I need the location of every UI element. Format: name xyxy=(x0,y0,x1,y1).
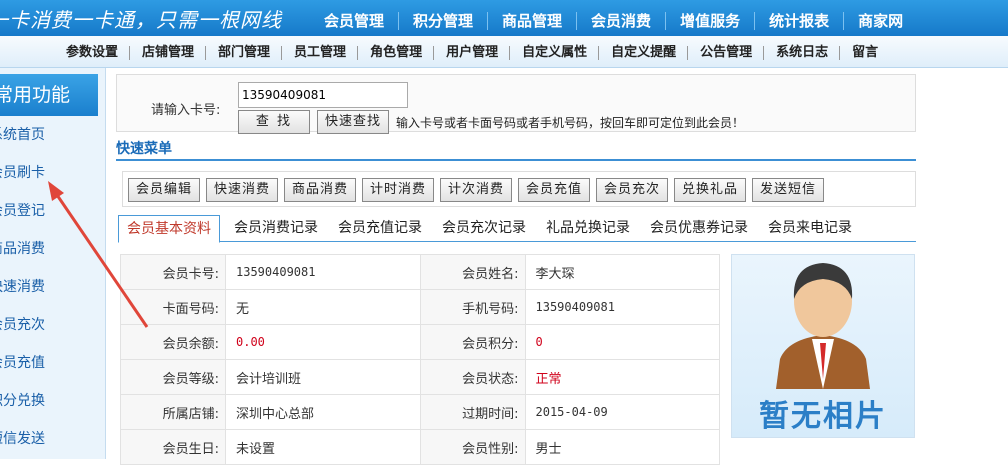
no-photo-caption: 暂无相片 xyxy=(759,399,887,434)
field-value: 正常 xyxy=(524,359,720,395)
field-value: 13590409081 xyxy=(524,289,720,325)
tab-consume-records[interactable]: 会员消费记录 xyxy=(234,215,318,242)
sidebar: 常用功能 系统首页 会员刷卡 会员登记 商品消费 快速消费 会员充次 会员充值 … xyxy=(0,68,106,459)
sidebar-item[interactable]: 会员充值 xyxy=(0,344,100,382)
subnav-item[interactable]: 自定义提醒 xyxy=(599,36,687,68)
subnav-item[interactable]: 参数设置 xyxy=(54,36,129,68)
sidebar-item[interactable]: 会员刷卡 xyxy=(0,154,100,192)
member-photo: 暂无相片 xyxy=(731,254,915,438)
field-value: 13590409081 xyxy=(225,254,421,290)
nav-merchant[interactable]: 商家网 xyxy=(844,0,917,36)
goods-consume-button[interactable]: 商品消费 xyxy=(284,178,356,202)
avatar-placeholder-icon xyxy=(776,263,870,389)
quick-consume-button[interactable]: 快速消费 xyxy=(206,178,278,202)
nav-goods-management[interactable]: 商品管理 xyxy=(488,0,576,36)
top-banner: 一卡消费一卡通，只需一根网线 会员管理 积分管理 商品管理 会员消费 增值服务 … xyxy=(0,0,1008,36)
sidebar-item[interactable]: 会员充次 xyxy=(0,306,100,344)
table-row: 会员余额: 0.00 会员积分: 0 xyxy=(120,324,720,360)
find-button[interactable]: 查 找 xyxy=(238,110,310,134)
field-label: 会员卡号: xyxy=(120,254,226,290)
nav-points-management[interactable]: 积分管理 xyxy=(399,0,487,36)
search-hint: 输入卡号或者卡面号码或者手机号码，按回车即可定位到此会员！ xyxy=(396,116,745,130)
subnav-item[interactable]: 用户管理 xyxy=(434,36,509,68)
recharge-button[interactable]: 会员充值 xyxy=(518,178,590,202)
tab-call-records[interactable]: 会员来电记录 xyxy=(768,215,852,242)
sidebar-item[interactable]: 会员登记 xyxy=(0,192,100,230)
field-label: 会员性别: xyxy=(419,429,526,465)
recharge-count-button[interactable]: 会员充次 xyxy=(596,178,668,202)
field-value: 李大琛 xyxy=(524,254,720,290)
field-label: 会员生日: xyxy=(120,429,226,465)
table-row: 会员卡号: 13590409081 会员姓名: 李大琛 xyxy=(120,254,720,290)
field-value: 0 xyxy=(524,324,720,360)
table-row: 会员生日: 未设置 会员性别: 男士 xyxy=(120,429,720,465)
member-tabs: 会员基本资料 会员消费记录 会员充值记录 会员充次记录 礼品兑换记录 会员优惠券… xyxy=(118,213,916,243)
tab-count-recharge-records[interactable]: 会员充次记录 xyxy=(442,215,526,242)
tab-gift-records[interactable]: 礼品兑换记录 xyxy=(546,215,630,242)
nav-reports[interactable]: 统计报表 xyxy=(755,0,843,36)
quick-find-button[interactable]: 快速查找 xyxy=(317,110,389,134)
field-label: 所属店铺: xyxy=(120,394,226,430)
field-label: 会员等级: xyxy=(120,359,226,395)
table-row: 卡面号码: 无 手机号码: 13590409081 xyxy=(120,289,720,325)
search-label: 请输入卡号: xyxy=(151,103,221,118)
edit-member-button[interactable]: 会员编辑 xyxy=(128,178,200,202)
count-consume-button[interactable]: 计次消费 xyxy=(440,178,512,202)
field-label: 手机号码: xyxy=(419,289,526,325)
field-label: 会员姓名: xyxy=(419,254,526,290)
field-value: 会计培训班 xyxy=(225,359,421,395)
subnav-item[interactable]: 员工管理 xyxy=(282,36,357,68)
field-value: 男士 xyxy=(524,429,720,465)
card-number-input[interactable] xyxy=(238,82,408,108)
sub-nav: 参数设置 店铺管理 部门管理 员工管理 角色管理 用户管理 自定义属性 自定义提… xyxy=(0,36,1008,68)
nav-member-consumption[interactable]: 会员消费 xyxy=(577,0,665,36)
nav-value-added[interactable]: 增值服务 xyxy=(666,0,754,36)
sidebar-item[interactable]: 短信发送 xyxy=(0,420,100,458)
redeem-gift-button[interactable]: 兑换礼品 xyxy=(674,178,746,202)
quick-menu-divider xyxy=(116,159,916,161)
quick-menu-title: 快速菜单 xyxy=(116,141,172,157)
subnav-item[interactable]: 留言 xyxy=(840,36,889,68)
sidebar-item[interactable]: 快速消费 xyxy=(0,268,100,306)
table-row: 会员等级: 会计培训班 会员状态: 正常 xyxy=(120,359,720,395)
sidebar-title: 常用功能 xyxy=(0,74,98,116)
table-row: 所属店铺: 深圳中心总部 过期时间: 2015-04-09 xyxy=(120,394,720,430)
field-value: 深圳中心总部 xyxy=(225,394,421,430)
tab-recharge-records[interactable]: 会员充值记录 xyxy=(338,215,422,242)
field-label: 会员余额: xyxy=(120,324,226,360)
subnav-item[interactable]: 角色管理 xyxy=(358,36,433,68)
tab-coupon-records[interactable]: 会员优惠券记录 xyxy=(650,215,748,242)
field-value: 0.00 xyxy=(225,324,421,360)
field-label: 会员状态: xyxy=(419,359,526,395)
subnav-item[interactable]: 自定义属性 xyxy=(510,36,598,68)
nav-member-management[interactable]: 会员管理 xyxy=(310,0,398,36)
slogan: 一卡消费一卡通，只需一根网线 xyxy=(0,8,282,32)
tab-basic-info[interactable]: 会员基本资料 xyxy=(118,215,220,243)
sidebar-item[interactable]: 商品消费 xyxy=(0,230,100,268)
subnav-item[interactable]: 公告管理 xyxy=(688,36,763,68)
quick-menu: 会员编辑 快速消费 商品消费 计时消费 计次消费 会员充值 会员充次 兑换礼品 … xyxy=(122,171,916,207)
search-panel: 请输入卡号: 查 找 快速查找 输入卡号或者卡面号码或者手机号码，按回车即可定位… xyxy=(116,74,916,134)
field-label: 卡面号码: xyxy=(120,289,226,325)
sidebar-item[interactable]: 系统首页 xyxy=(0,116,100,154)
field-value: 无 xyxy=(225,289,421,325)
timed-consume-button[interactable]: 计时消费 xyxy=(362,178,434,202)
field-label: 过期时间: xyxy=(419,394,526,430)
field-label: 会员积分: xyxy=(419,324,526,360)
field-value: 2015-04-09 xyxy=(524,394,720,430)
sidebar-item[interactable]: 积分兑换 xyxy=(0,382,100,420)
member-info-table: 会员卡号: 13590409081 会员姓名: 李大琛 卡面号码: 无 手机号码… xyxy=(120,254,720,465)
main-nav: 会员管理 积分管理 商品管理 会员消费 增值服务 统计报表 商家网 xyxy=(310,0,917,36)
field-value: 未设置 xyxy=(225,429,421,465)
subnav-item[interactable]: 店铺管理 xyxy=(130,36,205,68)
subnav-item[interactable]: 部门管理 xyxy=(206,36,281,68)
send-sms-button[interactable]: 发送短信 xyxy=(752,178,824,202)
subnav-item[interactable]: 系统日志 xyxy=(764,36,839,68)
